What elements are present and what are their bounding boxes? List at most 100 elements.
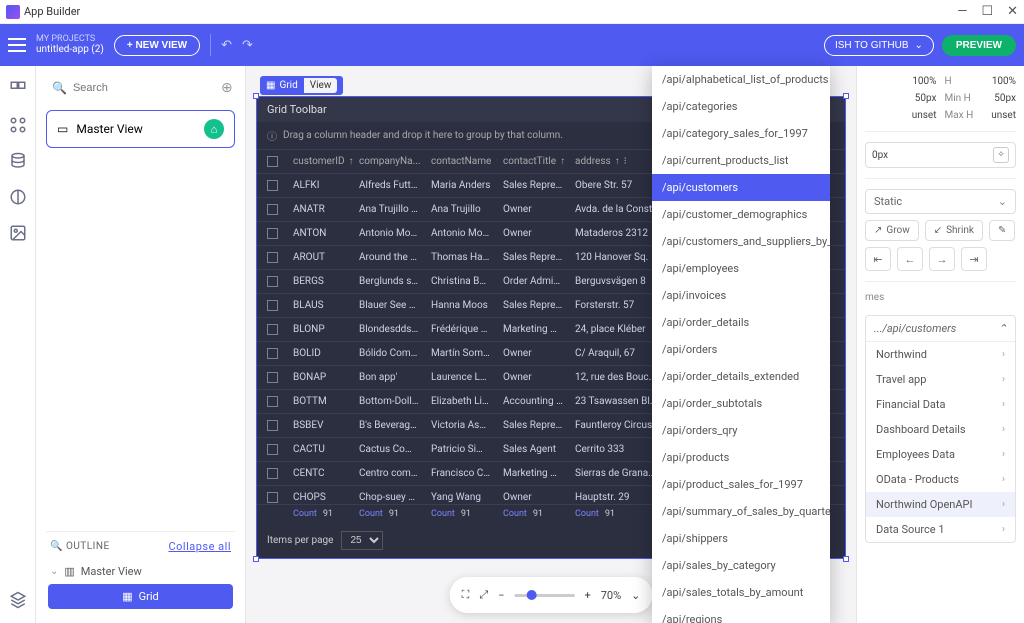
title-bar: App Builder — ☐ ✕ [0, 0, 1024, 24]
data-source-item[interactable]: Dashboard Details› [866, 417, 1015, 442]
dropdown-option[interactable]: /api/sales_totals_by_amount [652, 579, 830, 606]
resize-handle[interactable] [843, 556, 849, 562]
tree-node-master[interactable]: ⌄ ▥ Master View [48, 561, 233, 582]
data-source-item[interactable]: OData - Products› [866, 467, 1015, 492]
search-input[interactable] [73, 82, 215, 94]
dropdown-option[interactable]: /api/customer_demographics [652, 201, 830, 228]
window-close-icon[interactable]: ✕ [1007, 4, 1018, 19]
align-left-button[interactable]: ← [897, 247, 923, 271]
align-right-button[interactable]: → [929, 247, 955, 271]
row-checkbox[interactable] [267, 252, 278, 263]
dropdown-option[interactable]: /api/order_details_extended [652, 363, 830, 390]
resize-handle[interactable] [253, 93, 259, 99]
dropdown-option[interactable]: /api/category_sales_for_1997 [652, 120, 830, 147]
views-icon[interactable] [9, 80, 27, 98]
row-checkbox[interactable] [267, 420, 278, 431]
undo-icon[interactable]: ↶ [221, 38, 232, 53]
dropdown-option[interactable]: /api/sales_by_category [652, 552, 830, 579]
layers-icon[interactable] [9, 591, 27, 609]
row-checkbox[interactable] [267, 492, 278, 503]
publish-button[interactable]: ISH TO GITHUB ⌄ [824, 35, 934, 56]
edit-button[interactable]: ✎ [989, 220, 1015, 241]
dropdown-option[interactable]: /api/summary_of_sales_by_quarter [652, 498, 830, 525]
chevron-down-icon[interactable]: ⌄ [631, 589, 640, 602]
dropdown-option[interactable]: /api/customers_and_suppliers_by_city [652, 228, 830, 255]
grow-button[interactable]: ↗Grow [865, 220, 919, 241]
view-card-master[interactable]: ▭ Master View ⌂ [46, 110, 235, 148]
column-header[interactable]: contactName↑⁝ [425, 150, 497, 173]
dropdown-option[interactable]: /api/customers [652, 174, 830, 201]
dropdown-option[interactable]: /api/products [652, 444, 830, 471]
project-name[interactable]: untitled-app (2) [36, 44, 104, 56]
dropdown-option[interactable]: /api/invoices [652, 282, 830, 309]
shrink-icon: ↙ [934, 225, 942, 236]
row-checkbox[interactable] [267, 204, 278, 215]
zoom-out-button[interactable]: − [498, 589, 504, 602]
bounds-icon[interactable]: ✧ [993, 147, 1009, 163]
row-checkbox[interactable] [267, 444, 278, 455]
zoom-in-button[interactable]: + [584, 589, 590, 602]
data-icon[interactable] [9, 152, 27, 170]
app-title: App Builder [6, 5, 80, 19]
breadcrumb[interactable]: MY PROJECTS [36, 34, 104, 45]
data-source-item[interactable]: Data Source 1› [866, 517, 1015, 542]
row-checkbox[interactable] [267, 396, 278, 407]
resize-handle[interactable] [253, 556, 259, 562]
components-icon[interactable] [9, 116, 27, 134]
assets-icon[interactable] [9, 224, 27, 242]
row-checkbox[interactable] [267, 180, 278, 191]
bound-box[interactable]: 0px ✧ [865, 142, 1016, 168]
row-checkbox[interactable] [267, 372, 278, 383]
resize-handle[interactable] [843, 93, 849, 99]
collapse-all-link[interactable]: Collapse all [168, 540, 231, 553]
chevron-right-icon: › [1002, 424, 1005, 435]
row-checkbox[interactable] [267, 228, 278, 239]
data-source-item[interactable]: Financial Data› [866, 392, 1015, 417]
dropdown-option[interactable]: /api/categories [652, 93, 830, 120]
dropdown-option[interactable]: /api/product_sales_for_1997 [652, 471, 830, 498]
tree-node-grid[interactable]: ▦ Grid [48, 584, 233, 609]
redo-icon[interactable]: ↷ [242, 38, 253, 53]
align-end-button[interactable]: ⇥ [961, 247, 987, 271]
zoom-slider[interactable] [514, 594, 574, 597]
dropdown-option[interactable]: /api/alphabetical_list_of_products [652, 66, 830, 93]
row-checkbox[interactable] [267, 324, 278, 335]
page-size-select[interactable]: 25 [341, 531, 383, 550]
shrink-button[interactable]: ↙Shrink [925, 220, 983, 241]
grid-icon: ▦ [122, 590, 132, 603]
dropdown-option[interactable]: /api/employees [652, 255, 830, 282]
row-checkbox[interactable] [267, 348, 278, 359]
data-source-item[interactable]: Travel app› [866, 367, 1015, 392]
row-checkbox[interactable] [267, 468, 278, 479]
align-start-button[interactable]: ⇤ [865, 247, 891, 271]
data-source-item[interactable]: Northwind OpenAPI› [866, 492, 1015, 517]
dropdown-option[interactable]: /api/order_details [652, 309, 830, 336]
fit-screen-icon[interactable]: ⛶ [462, 588, 470, 602]
checkbox-all[interactable] [267, 156, 278, 167]
window-minimize-icon[interactable]: — [957, 4, 967, 19]
chevron-right-icon: › [1002, 499, 1005, 510]
column-header[interactable]: customerID↑⁝ [287, 150, 353, 173]
dropdown-option[interactable]: /api/regions [652, 606, 830, 623]
dropdown-option[interactable]: /api/shippers [652, 525, 830, 552]
theme-icon[interactable] [9, 188, 27, 206]
selection-label[interactable]: ▦ Grid View [260, 76, 343, 95]
actual-size-icon[interactable]: ⤢ [479, 588, 488, 602]
dropdown-option[interactable]: /api/orders [652, 336, 830, 363]
dropdown-option[interactable]: /api/orders_qry [652, 417, 830, 444]
data-source-item[interactable]: Northwind› [866, 342, 1015, 367]
preview-button[interactable]: PREVIEW [942, 35, 1016, 56]
add-view-icon[interactable]: ⊕ [221, 80, 233, 96]
data-source-item[interactable]: Employees Data› [866, 442, 1015, 467]
position-select[interactable]: Static ⌄ [865, 189, 1016, 214]
column-header[interactable]: companyNa...↑⁝ [353, 150, 425, 173]
column-header[interactable]: contactTitle↑⁝ [497, 150, 569, 173]
dropdown-option[interactable]: /api/order_subtotals [652, 390, 830, 417]
menu-button[interactable] [8, 38, 26, 52]
row-checkbox[interactable] [267, 276, 278, 287]
dropdown-option[interactable]: /api/current_products_list [652, 147, 830, 174]
new-view-button[interactable]: + NEW VIEW [114, 35, 200, 56]
window-maximize-icon[interactable]: ☐ [981, 4, 993, 19]
data-source-header[interactable]: .../api/customers ⌃ [866, 316, 1015, 342]
row-checkbox[interactable] [267, 300, 278, 311]
